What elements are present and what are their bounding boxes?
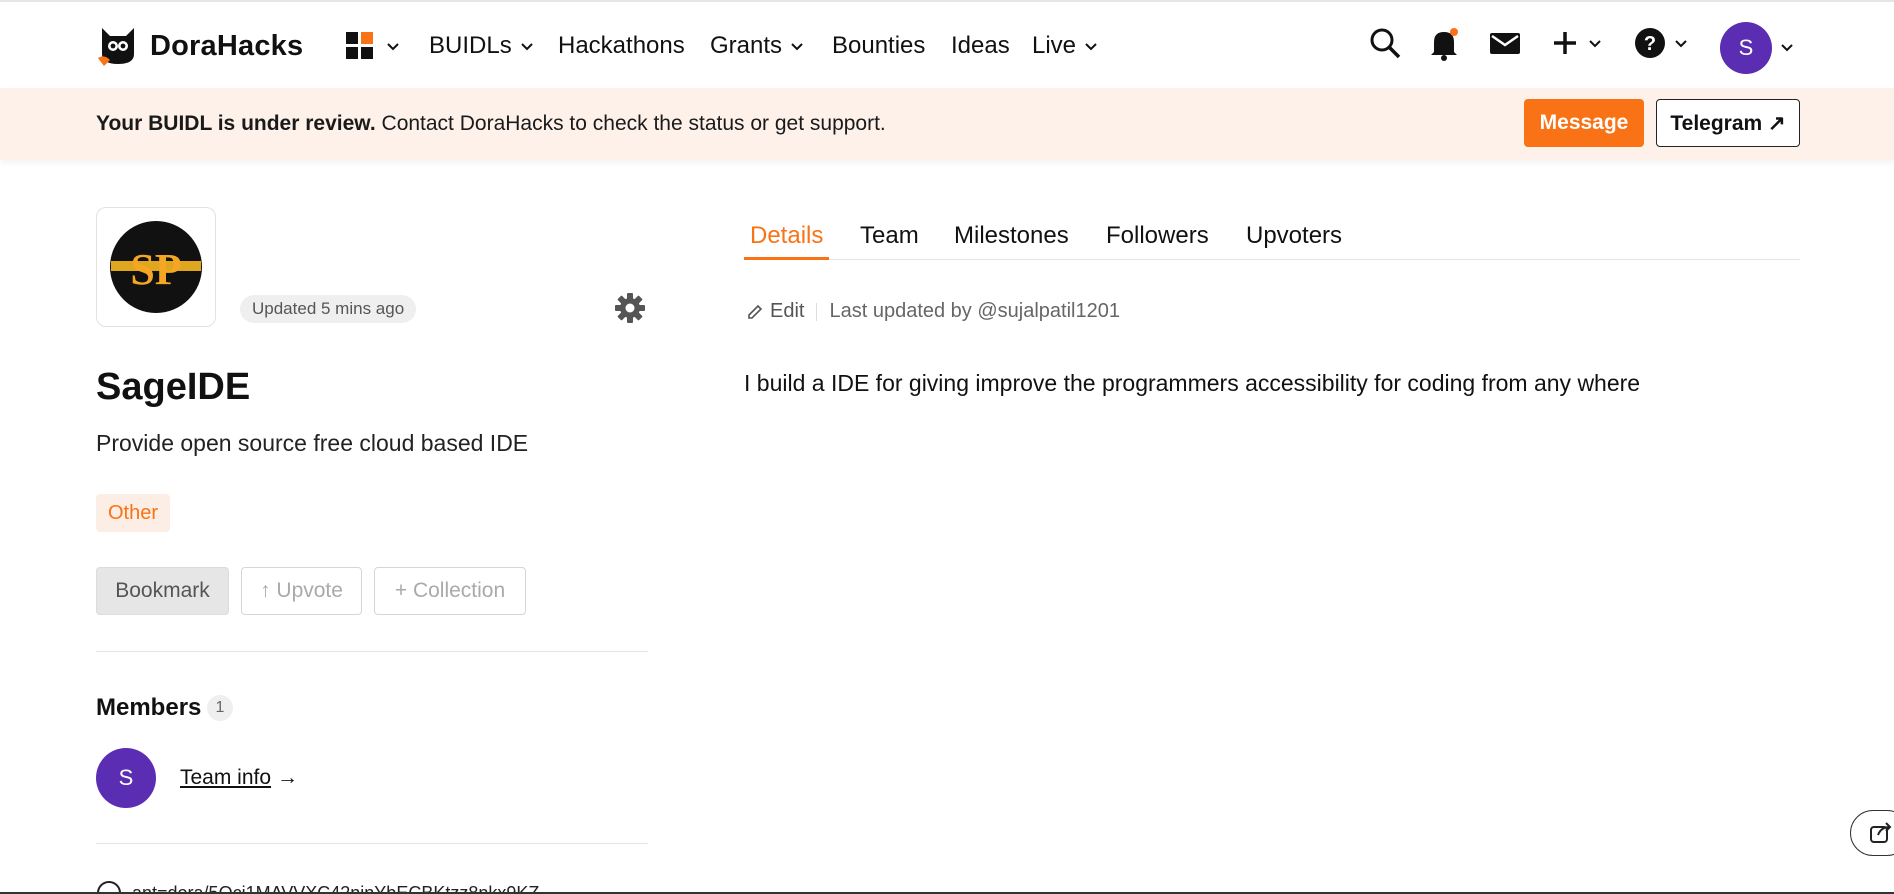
chevron-down-icon xyxy=(1589,40,1601,48)
apps-menu[interactable] xyxy=(346,32,400,60)
team-info-link[interactable]: Team info → xyxy=(180,766,298,790)
plus-icon xyxy=(1554,32,1576,54)
search-button[interactable] xyxy=(1368,26,1402,65)
edit-label: Edit xyxy=(770,300,805,322)
project-title: SageIDE xyxy=(96,366,251,408)
top-navigation: DoraHacks BUIDLs Hackathons Grants Bount… xyxy=(0,0,1894,88)
review-banner: Your BUIDL is under review. Contact Dora… xyxy=(0,88,1894,160)
search-icon xyxy=(1370,28,1401,59)
tab-upvoters[interactable]: Upvoters xyxy=(1240,222,1348,260)
upvote-button[interactable]: ↑ Upvote xyxy=(241,567,362,615)
nav-live[interactable]: Live xyxy=(1032,32,1098,60)
chevron-down-icon xyxy=(520,43,533,51)
chevron-down-icon xyxy=(387,43,399,51)
nav-ideas-label: Ideas xyxy=(951,32,1010,59)
member-avatar[interactable]: S xyxy=(96,748,156,808)
create-menu[interactable] xyxy=(1550,26,1602,60)
share-button[interactable] xyxy=(1850,810,1894,856)
nav-ideas[interactable]: Ideas xyxy=(951,32,1010,60)
team-info-label: Team info xyxy=(180,766,272,789)
banner-bold-text: Your BUIDL is under review. xyxy=(96,112,376,135)
user-menu-toggle[interactable] xyxy=(1780,40,1794,59)
dorahacks-owl-icon xyxy=(96,24,140,68)
nav-bounties-label: Bounties xyxy=(832,32,926,59)
help-icon: ? xyxy=(1635,28,1665,58)
nav-grants-label: Grants xyxy=(710,32,783,59)
nav-hackathons-label: Hackathons xyxy=(558,32,685,59)
separator xyxy=(816,302,818,321)
banner-body-text: Contact DoraHacks to check the status or… xyxy=(375,112,886,135)
nav-buidls-label: BUIDLs xyxy=(429,32,512,59)
svg-text:?: ? xyxy=(1644,33,1656,55)
nav-buidls[interactable]: BUIDLs xyxy=(429,32,534,60)
notifications-button[interactable] xyxy=(1428,26,1462,67)
share-icon xyxy=(1870,822,1892,843)
chevron-down-icon xyxy=(1085,43,1097,51)
project-logo-text: SP xyxy=(130,245,181,294)
members-heading: Members xyxy=(96,694,202,721)
nav-live-label: Live xyxy=(1032,32,1077,59)
pencil-icon xyxy=(748,304,763,319)
arrow-right-icon: → xyxy=(277,766,299,789)
bell-icon xyxy=(1431,28,1458,61)
brand-name: DoraHacks xyxy=(150,29,304,62)
apps-grid-icon xyxy=(346,32,373,59)
telegram-button[interactable]: Telegram ↗ xyxy=(1656,99,1800,147)
edit-button[interactable]: Edit xyxy=(746,300,804,323)
details-body: I build a IDE for giving improve the pro… xyxy=(744,370,1641,396)
bookmark-button[interactable]: Bookmark xyxy=(96,567,229,615)
chevron-down-icon xyxy=(791,43,803,51)
edit-row: Edit Last updated by @sujalpatil1201 xyxy=(746,300,1120,323)
message-button[interactable]: Message xyxy=(1524,99,1644,147)
tab-team[interactable]: Team xyxy=(854,222,925,260)
tab-details[interactable]: Details xyxy=(744,222,830,260)
help-menu[interactable]: ? xyxy=(1634,26,1688,60)
project-logo-image: SP xyxy=(110,221,202,313)
tab-followers[interactable]: Followers xyxy=(1100,222,1215,260)
chevron-down-icon xyxy=(1781,44,1793,52)
messages-button[interactable] xyxy=(1488,26,1522,65)
settings-button[interactable] xyxy=(614,292,646,329)
banner-text: Your BUIDL is under review. Contact Dora… xyxy=(96,112,886,136)
user-initial: S xyxy=(1738,35,1754,60)
tab-milestones[interactable]: Milestones xyxy=(948,222,1075,260)
divider xyxy=(96,843,648,844)
nav-hackathons[interactable]: Hackathons xyxy=(558,32,685,60)
dorahacks-logo[interactable]: DoraHacks xyxy=(96,24,303,68)
category-tag[interactable]: Other xyxy=(96,494,171,532)
last-updated-text: Last updated by @sujalpatil1201 xyxy=(829,300,1120,322)
members-count-badge: 1 xyxy=(207,695,233,721)
add-collection-button[interactable]: + Collection xyxy=(374,567,526,615)
chevron-down-icon xyxy=(1675,40,1687,48)
gear-icon xyxy=(615,293,645,323)
mail-icon xyxy=(1490,33,1520,54)
project-logo: SP xyxy=(96,207,216,327)
divider xyxy=(96,651,648,652)
project-description: Provide open source free cloud based IDE xyxy=(96,430,529,456)
member-initial: S xyxy=(118,765,134,790)
user-avatar[interactable]: S xyxy=(1720,22,1772,74)
nav-grants[interactable]: Grants xyxy=(710,32,804,60)
nav-bounties[interactable]: Bounties xyxy=(832,32,925,60)
project-tabs: Details Team Milestones Followers Upvote… xyxy=(744,220,1800,260)
updated-badge: Updated 5 mins ago xyxy=(240,295,417,323)
